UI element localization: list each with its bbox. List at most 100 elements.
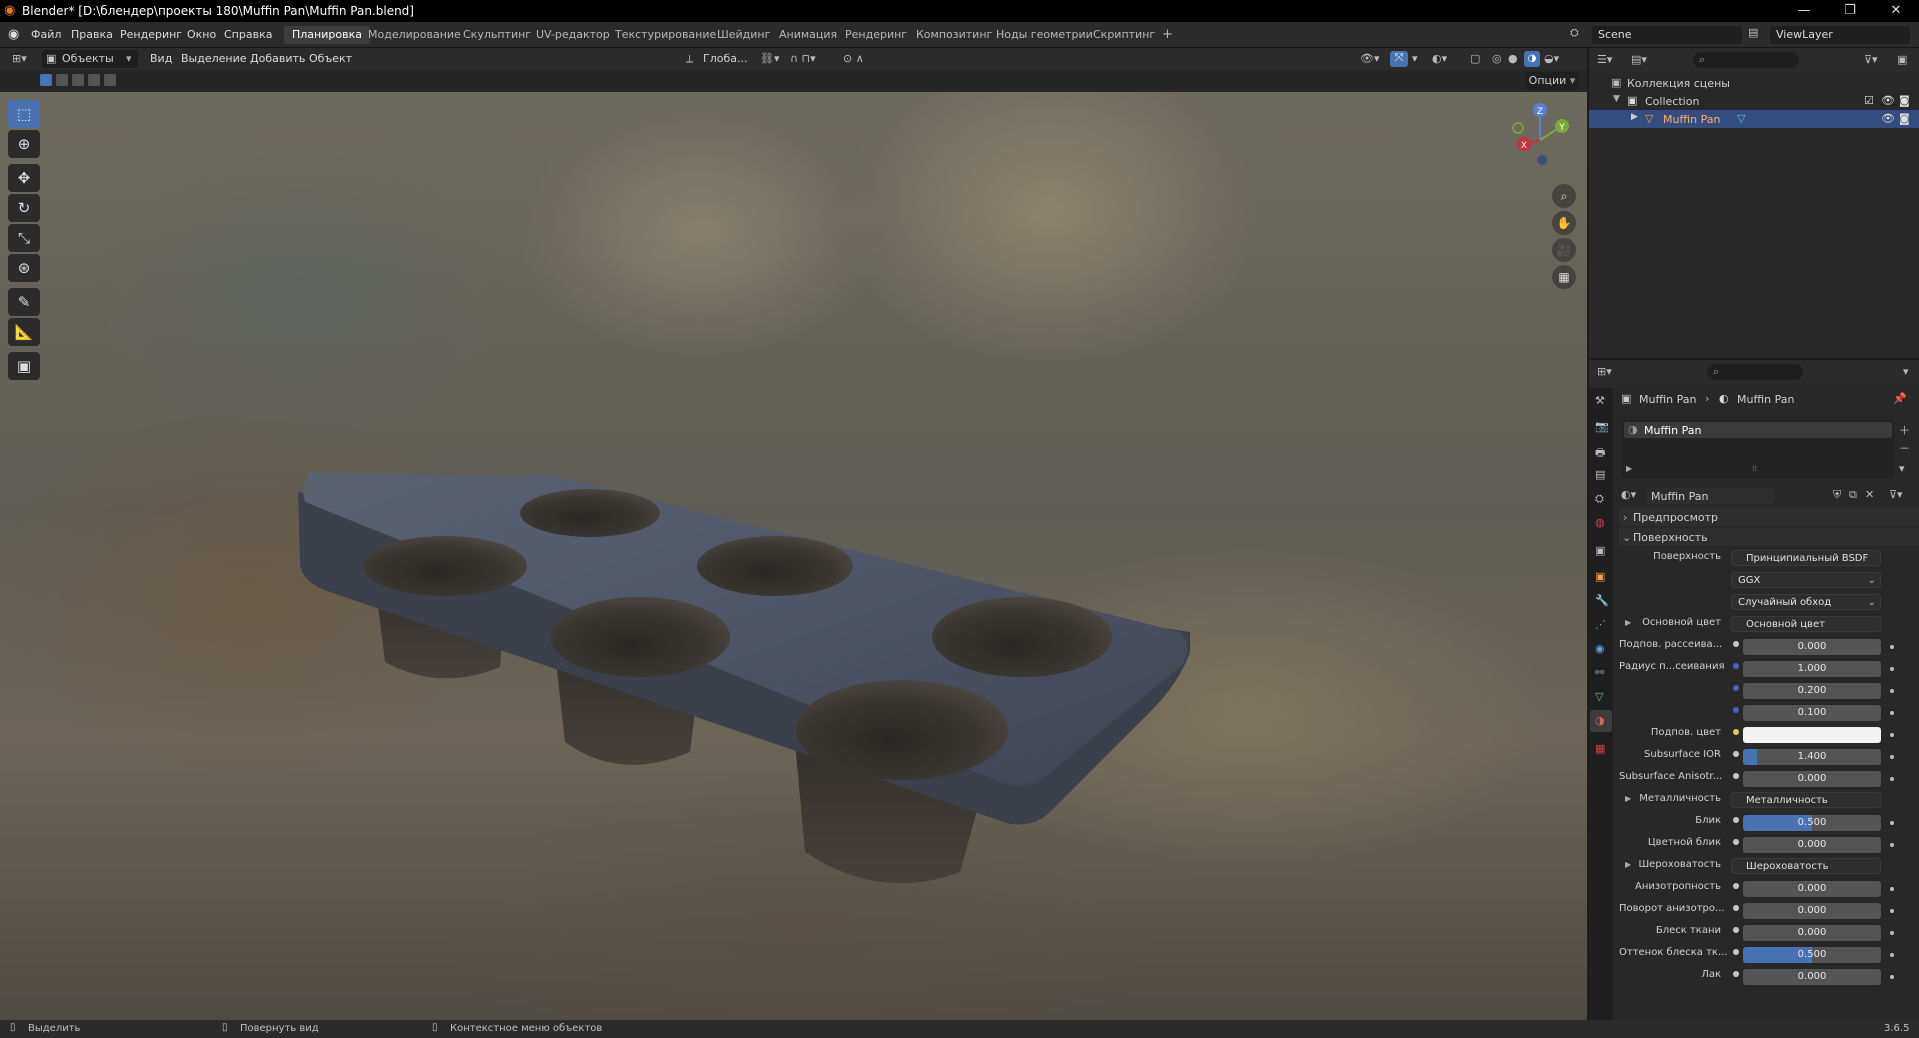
socket-icon[interactable] [1733,905,1739,911]
socket-icon[interactable] [1733,927,1739,933]
duplicate-icon[interactable]: ⧉ [1849,488,1857,502]
transform-tool[interactable]: ⊛ [8,254,40,282]
mode-selector[interactable]: ▣ Объекты ▾ [42,50,138,68]
maximize-button[interactable]: ❐ [1827,0,1873,22]
linked-node-field[interactable]: Принципиальный BSDF [1731,550,1881,566]
select-invert-icon[interactable] [88,74,100,86]
editor-type-icon[interactable]: ⊞▾ [12,52,27,65]
dropdown-select[interactable]: ⌄ GGX [1731,572,1881,588]
xray-icon[interactable]: ▢ [1470,52,1480,65]
editor-type-icon[interactable]: ☰▾ [1597,53,1612,66]
socket-icon[interactable] [1733,641,1739,647]
chevron-down-icon[interactable]: ▾ [1903,365,1909,378]
keyframe-icon[interactable] [1890,975,1894,979]
tab-layout[interactable]: Планировка [284,26,370,44]
select-box-tool[interactable]: ⬚ [8,100,40,128]
material-slot-item[interactable]: ◑ Muffin Pan [1624,422,1892,438]
numeric-slider[interactable]: 0.000 [1743,969,1881,985]
scale-tool[interactable]: ⤡ [8,224,40,252]
numeric-slider[interactable]: 0.200 [1743,683,1881,699]
remove-slot-icon[interactable]: － [1899,440,1910,456]
tab-shading[interactable]: Шейдинг [709,26,778,44]
keyframe-icon[interactable] [1890,645,1894,649]
socket-icon[interactable] [1733,773,1739,779]
expand-arrow-icon[interactable]: ▼ [1613,94,1620,104]
eye-icon[interactable]: 👁 [1881,112,1895,125]
rotate-tool[interactable]: ↻ [8,194,40,222]
material-preview-icon[interactable]: ◑ [1524,51,1540,67]
move-tool[interactable]: ✥ [8,164,40,192]
orientation-label[interactable]: Глоба... [703,52,747,65]
tab-uv-editing[interactable]: UV-редактор [528,26,618,44]
tool-tab-icon[interactable]: ⚒ [1595,394,1605,407]
view-layer-selector[interactable]: ViewLayer [1770,26,1910,44]
fake-user-icon[interactable]: ⛨ [1833,488,1841,502]
material-tab[interactable]: ◑ [1590,710,1612,732]
editor-type-icon[interactable]: ⊞▾ [1597,365,1612,378]
texture-tab-icon[interactable]: ▦ [1595,742,1605,755]
menu-file[interactable]: Файл [24,27,68,43]
outliner-search-input[interactable]: ⌕ [1693,52,1799,68]
preview-panel-header[interactable]: › Предпросмотр [1619,508,1919,526]
physics-tab-icon[interactable]: ◉ [1595,642,1605,655]
camera-view-icon[interactable]: 🎥 [1552,238,1576,262]
data-tab-icon[interactable]: ▽ [1595,690,1603,703]
tab-rendering[interactable]: Рендеринг [837,26,915,44]
numeric-slider[interactable]: 0.000 [1743,837,1881,853]
select-extend-icon[interactable] [56,74,68,86]
tab-sculpting[interactable]: Скульптинг [455,26,539,44]
keyframe-icon[interactable] [1890,711,1894,715]
numeric-slider[interactable]: 0.100 [1743,705,1881,721]
numeric-slider[interactable]: 1.000 [1743,661,1881,677]
display-mode-icon[interactable]: ▤▾ [1631,53,1647,66]
filter-icon[interactable]: ⊽▾ [1864,53,1878,66]
output-tab-icon[interactable]: 🖶 [1595,444,1605,463]
socket-icon[interactable] [1733,839,1739,845]
tab-compositing[interactable]: Композитинг [908,26,1000,44]
dropdown-select[interactable]: ⌄ Случайный обход [1731,594,1881,610]
menu-help[interactable]: Справка [217,27,279,43]
constraints-tab-icon[interactable]: ⚯ [1595,666,1604,679]
keyframe-icon[interactable] [1890,887,1894,891]
keyframe-icon[interactable] [1890,843,1894,847]
annotate-tool[interactable]: ✎ [8,288,40,316]
socket-icon[interactable] [1733,663,1739,669]
keyframe-icon[interactable] [1890,931,1894,935]
slot-menu-icon[interactable]: ▾ [1899,462,1905,475]
menu-edit[interactable]: Правка [64,27,120,43]
socket-icon[interactable] [1733,883,1739,889]
camera-icon[interactable]: ◙ [1899,112,1910,125]
select-subtract-icon[interactable] [72,74,84,86]
resize-handle-icon[interactable]: ⁞⁞ [1752,464,1757,473]
view-layer-tab-icon[interactable]: ▤ [1595,468,1605,481]
keyframe-icon[interactable] [1890,953,1894,957]
numeric-slider[interactable]: 0.000 [1743,881,1881,897]
render-tab-icon[interactable]: 📷 [1595,420,1609,433]
socket-icon[interactable] [1733,729,1739,735]
keyframe-icon[interactable] [1890,689,1894,693]
scene-tab-icon[interactable]: ⛭ [1595,492,1604,506]
socket-icon[interactable] [1733,949,1739,955]
gizmo-dropdown-icon[interactable]: ▾ [1412,52,1418,65]
expand-arrow-icon[interactable]: ▶ [1631,112,1638,122]
tab-animation[interactable]: Анимация [771,26,845,44]
particles-tab-icon[interactable]: ⋰ [1595,618,1606,631]
keyframe-icon[interactable] [1890,667,1894,671]
numeric-slider[interactable]: 0.500 [1743,947,1881,963]
visibility-icon[interactable]: 👁▾ [1360,52,1380,65]
tab-scripting[interactable]: Скриптинг [1085,26,1163,44]
select-intersect-icon[interactable] [104,74,116,86]
socket-icon[interactable] [1733,971,1739,977]
linked-node-field[interactable]: Основной цвет [1731,616,1881,632]
color-swatch[interactable] [1743,727,1881,743]
properties-search-input[interactable]: ⌕ [1707,364,1803,380]
blender-menu-icon[interactable]: ◉ [8,27,19,42]
numeric-slider[interactable]: 0.000 [1743,903,1881,919]
zoom-icon[interactable]: ⌕ [1552,184,1576,208]
numeric-slider[interactable]: 1.400 [1743,749,1881,765]
pivot-point-icon[interactable]: ⛓▾ [760,52,780,65]
numeric-slider[interactable]: 0.500 [1743,815,1881,831]
menu-render[interactable]: Рендеринг [113,27,189,43]
outliner-row-collection[interactable]: ▼ ▣ Collection ☑ 👁 ◙ [1589,92,1919,110]
outliner-row-muffin-pan[interactable]: ▶ ▽ Muffin Pan ▽ 👁 ◙ [1589,110,1919,128]
